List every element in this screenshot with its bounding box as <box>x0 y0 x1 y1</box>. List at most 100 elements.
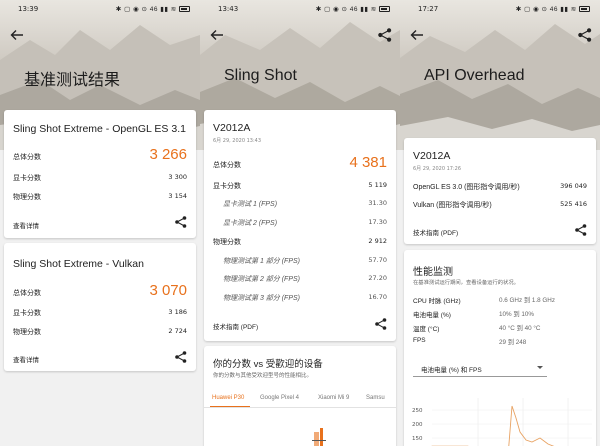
back-arrow-icon[interactable] <box>10 29 24 41</box>
fps-series-line <box>508 405 555 446</box>
test-date: 6月 29, 2020 17:26 <box>413 166 462 172</box>
tick-150: 150 <box>412 436 423 442</box>
overall-score: 3 070 <box>149 282 187 299</box>
row-label: 物理测试第 2 部分 (FPS) <box>223 276 301 283</box>
graphics-score-row: 显卡分数 3 300 <box>13 171 187 183</box>
battery-icon <box>379 6 390 12</box>
device-tabs: Huawei P30 Google Pixel 4 Xiaomi Mi 9 Sa… <box>204 391 396 408</box>
view-details-link[interactable]: 查看详情 <box>13 354 39 364</box>
fps-row: FPS 29 到 248 <box>413 335 587 347</box>
physics-score-row: 物理分数 3 154 <box>13 190 187 202</box>
share-icon[interactable] <box>175 351 187 363</box>
vulkan-calls-row: Vulkan (图形指令调用/秒) 525 416 <box>413 198 587 210</box>
battery-icon <box>179 6 190 12</box>
page-title: Sling Shot <box>224 67 297 84</box>
status-icons: ✱ ▢ ◉ ⊙ 46 ▮▮ ≋ <box>116 5 190 13</box>
result-card-opengl: Sling Shot Extreme - OpenGL ES 3.1 总体分数 … <box>4 110 196 238</box>
row-label: FPS <box>413 337 426 344</box>
row-value: 29 到 248 <box>499 339 527 346</box>
result-card-vulkan: Sling Shot Extreme - Vulkan 总体分数 3 070 显… <box>4 243 196 371</box>
battery-icon <box>579 6 590 12</box>
physics-score-row: 物理分数 2 912 <box>213 235 387 247</box>
technical-guide-link[interactable]: 技术指南 (PDF) <box>213 321 258 331</box>
row-value: 27.20 <box>368 274 387 282</box>
opengl-calls-row: OpenGL ES 3.0 (图形指令调用/秒) 396 049 <box>413 180 587 192</box>
row-label: 总体分数 <box>13 290 41 297</box>
row-label: 物理分数 <box>13 329 41 336</box>
status-bar: 13:43 ✱ ▢ ◉ ⊙ 46 ▮▮ ≋ <box>200 0 400 18</box>
row-value: 3 154 <box>168 192 187 200</box>
row-label: CPU 时脉 (GHz) <box>413 298 461 305</box>
row-value: 2 912 <box>368 237 387 245</box>
performance-monitor-card: 性能监测 在基准测试运行期间，查看设备运行的状况。 CPU 时脉 (GHz) 0… <box>404 250 596 446</box>
row-label: 物理分数 <box>213 239 241 246</box>
device-name: V2012A <box>213 122 251 134</box>
overall-score-row: 总体分数 4 381 <box>213 154 387 171</box>
row-label: 显卡测试 2 (FPS) <box>223 220 278 227</box>
dropdown-arrow-icon <box>537 366 543 369</box>
share-icon[interactable] <box>575 224 587 236</box>
chart-gridlines <box>432 398 592 446</box>
graphics-test-2-row: 显卡测试 2 (FPS) 17.30 <box>213 216 387 228</box>
screen-sling-shot: 13:43 ✱ ▢ ◉ ⊙ 46 ▮▮ ≋ Sling Shot V2012A … <box>200 0 400 446</box>
comparison-bars <box>312 428 326 446</box>
row-label: OpenGL ES 3.0 (图形指令调用/秒) <box>413 184 520 191</box>
monitor-subtitle: 在基准测试运行期间，查看设备运行的状况。 <box>413 280 519 286</box>
row-label: 总体分数 <box>213 162 241 169</box>
card-title: Sling Shot Extreme - Vulkan <box>13 258 144 270</box>
battery-level-row: 电池电量 (%) 10% 到 10% <box>413 307 587 319</box>
row-value: 31.30 <box>368 199 387 207</box>
row-label: 显卡测试 1 (FPS) <box>223 201 278 208</box>
technical-guide-link[interactable]: 技术指南 (PDF) <box>413 227 458 237</box>
screen-benchmark-results: 13:39 ✱ ▢ ◉ ⊙ 46 ▮▮ ≋ 基准测试结果 Sling Shot … <box>0 0 200 446</box>
screen-api-overhead: 17:27 ✱ ▢ ◉ ⊙ 46 ▮▮ ≋ API Overhead V2012… <box>400 0 600 446</box>
card-title: Sling Shot Extreme - OpenGL ES 3.1 <box>13 123 186 135</box>
status-icons: ✱ ▢ ◉ ⊙ 46 ▮▮ ≋ <box>516 5 590 13</box>
compare-devices-card: 你的分数 vs 受歡迎的设备 你的分数与其他受欢迎型号的性能相比。 Huawei… <box>204 346 396 446</box>
back-arrow-icon[interactable] <box>410 29 424 41</box>
compare-title: 你的分数 vs 受歡迎的设备 <box>213 359 323 370</box>
row-value: 57.70 <box>368 256 387 264</box>
share-icon[interactable] <box>378 28 392 42</box>
row-label: 物理测试第 1 部分 (FPS) <box>223 258 301 265</box>
share-icon[interactable] <box>578 28 592 42</box>
row-value: 17.30 <box>368 218 387 226</box>
share-icon[interactable] <box>175 216 187 228</box>
api-result-card: V2012A 6月 29, 2020 17:26 OpenGL ES 3.0 (… <box>404 138 596 244</box>
row-label: 总体分数 <box>13 154 41 161</box>
test-date: 6月 29, 2020 13:43 <box>213 138 262 144</box>
tab-samsung[interactable]: Samsu <box>366 395 385 401</box>
row-label: Vulkan (图形指令调用/秒) <box>413 202 492 209</box>
cpu-clock-row: CPU 时脉 (GHz) 0.6 GHz 到 1.8 GHz <box>413 293 587 305</box>
physics-score-row: 物理分数 2 724 <box>13 325 187 337</box>
back-arrow-icon[interactable] <box>210 29 224 41</box>
graphics-score-row: 显卡分数 3 186 <box>13 306 187 318</box>
share-icon[interactable] <box>375 318 387 330</box>
status-icons: ✱ ▢ ◉ ⊙ 46 ▮▮ ≋ <box>316 5 390 13</box>
row-value: 3 300 <box>168 173 187 181</box>
row-value: 0.6 GHz 到 1.8 GHz <box>499 297 555 304</box>
row-value: 16.70 <box>368 293 387 301</box>
row-value: 2 724 <box>168 327 187 335</box>
row-label: 显卡分数 <box>13 175 41 182</box>
tab-divider <box>204 407 396 408</box>
score-detail-card: V2012A 6月 29, 2020 13:43 总体分数 4 381 显卡分数… <box>204 110 396 341</box>
physics-test-2-row: 物理测试第 2 部分 (FPS) 27.20 <box>213 272 387 284</box>
tab-google-pixel-4[interactable]: Google Pixel 4 <box>260 395 299 401</box>
row-label: 电池电量 (%) <box>413 312 451 319</box>
view-details-link[interactable]: 查看详情 <box>13 220 39 230</box>
tab-xiaomi-mi-9[interactable]: Xiaomi Mi 9 <box>318 395 349 401</box>
performance-chart: 250 200 150 100 <box>412 398 592 446</box>
row-label: 显卡分数 <box>213 183 241 190</box>
status-bar: 17:27 ✱ ▢ ◉ ⊙ 46 ▮▮ ≋ <box>400 0 600 18</box>
graphics-score-row: 显卡分数 5 119 <box>213 179 387 191</box>
row-label: 显卡分数 <box>13 310 41 317</box>
temperature-row: 温度 (°C) 40 °C 到 40 °C <box>413 321 587 333</box>
tick-250: 250 <box>412 408 423 414</box>
page-title: API Overhead <box>424 67 525 84</box>
row-value: 5 119 <box>368 181 387 189</box>
overall-score-row: 总体分数 3 266 <box>13 146 187 163</box>
metric-selector[interactable]: 电池电量 (%) 和 FPS <box>413 359 547 377</box>
tab-huawei-p30[interactable]: Huawei P30 <box>212 395 244 401</box>
tick-200: 200 <box>412 422 423 428</box>
